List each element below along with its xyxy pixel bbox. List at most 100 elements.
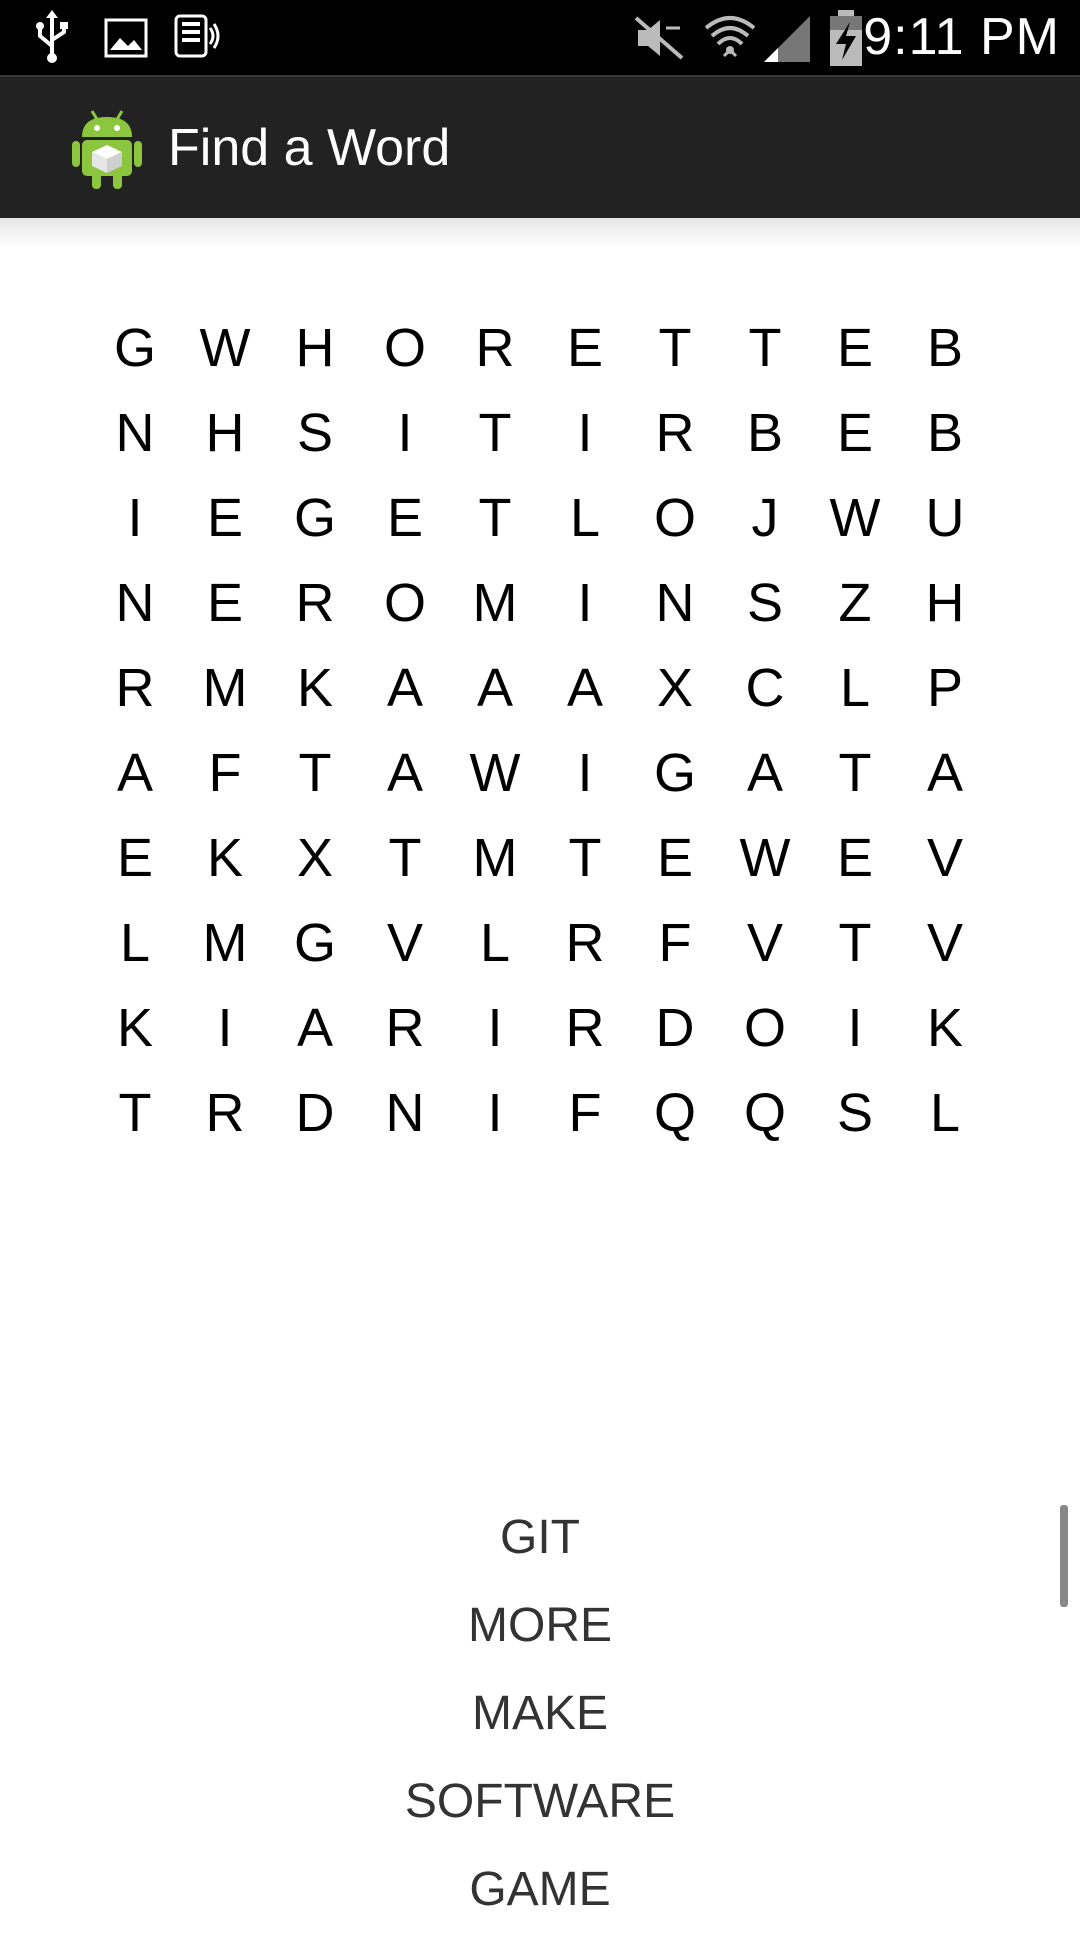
grid-cell[interactable]: N	[360, 1070, 450, 1155]
grid-cell[interactable]: T	[540, 815, 630, 900]
grid-cell[interactable]: K	[900, 985, 990, 1070]
grid-cell[interactable]: L	[90, 900, 180, 985]
grid-cell[interactable]: I	[450, 1070, 540, 1155]
grid-cell[interactable]: N	[90, 560, 180, 645]
grid-cell[interactable]: Z	[810, 560, 900, 645]
grid-cell[interactable]: O	[360, 305, 450, 390]
grid-cell[interactable]: T	[630, 305, 720, 390]
grid-cell[interactable]: S	[720, 560, 810, 645]
grid-cell[interactable]: W	[810, 475, 900, 560]
grid-cell[interactable]: E	[180, 475, 270, 560]
grid-cell[interactable]: T	[810, 730, 900, 815]
grid-cell[interactable]: S	[810, 1070, 900, 1155]
grid-cell[interactable]: V	[360, 900, 450, 985]
grid-cell[interactable]: I	[540, 390, 630, 475]
grid-cell[interactable]: I	[810, 985, 900, 1070]
grid-cell[interactable]: P	[900, 645, 990, 730]
grid-cell[interactable]: F	[180, 730, 270, 815]
grid-cell[interactable]: E	[810, 815, 900, 900]
grid-cell[interactable]: G	[630, 730, 720, 815]
grid-cell[interactable]: K	[180, 815, 270, 900]
grid-cell[interactable]: A	[360, 730, 450, 815]
grid-cell[interactable]: R	[630, 390, 720, 475]
grid-cell[interactable]: I	[180, 985, 270, 1070]
grid-cell[interactable]: G	[270, 475, 360, 560]
grid-cell[interactable]: M	[180, 645, 270, 730]
grid-cell[interactable]: L	[810, 645, 900, 730]
grid-cell[interactable]: W	[180, 305, 270, 390]
grid-cell[interactable]: E	[630, 815, 720, 900]
grid-cell[interactable]: F	[630, 900, 720, 985]
grid-cell[interactable]: O	[630, 475, 720, 560]
grid-cell[interactable]: G	[90, 305, 180, 390]
grid-cell[interactable]: L	[450, 900, 540, 985]
scrollbar[interactable]	[1060, 1505, 1068, 1607]
grid-cell[interactable]: O	[360, 560, 450, 645]
grid-cell[interactable]: A	[360, 645, 450, 730]
grid-cell[interactable]: E	[90, 815, 180, 900]
grid-cell[interactable]: D	[630, 985, 720, 1070]
grid-cell[interactable]: S	[270, 390, 360, 475]
grid-cell[interactable]: R	[360, 985, 450, 1070]
grid-cell[interactable]: T	[450, 475, 540, 560]
grid-cell[interactable]: T	[360, 815, 450, 900]
grid-cell[interactable]: V	[900, 900, 990, 985]
grid-cell[interactable]: A	[540, 645, 630, 730]
grid-cell[interactable]: A	[450, 645, 540, 730]
grid-cell[interactable]: N	[90, 390, 180, 475]
grid-cell[interactable]: B	[720, 390, 810, 475]
grid-cell[interactable]: I	[360, 390, 450, 475]
grid-cell[interactable]: A	[270, 985, 360, 1070]
grid-cell[interactable]: I	[90, 475, 180, 560]
grid-cell[interactable]: N	[630, 560, 720, 645]
grid-cell[interactable]: R	[90, 645, 180, 730]
grid-cell[interactable]: K	[270, 645, 360, 730]
grid-cell[interactable]: E	[360, 475, 450, 560]
grid-cell[interactable]: M	[450, 815, 540, 900]
grid-cell[interactable]: C	[720, 645, 810, 730]
grid-cell[interactable]: L	[540, 475, 630, 560]
grid-cell[interactable]: W	[450, 730, 540, 815]
grid-cell[interactable]: X	[630, 645, 720, 730]
grid-cell[interactable]: T	[810, 900, 900, 985]
grid-cell[interactable]: L	[900, 1070, 990, 1155]
grid-cell[interactable]: R	[180, 1070, 270, 1155]
grid-cell[interactable]: T	[270, 730, 360, 815]
grid-cell[interactable]: M	[450, 560, 540, 645]
grid-cell[interactable]: B	[900, 390, 990, 475]
grid-cell[interactable]: R	[540, 985, 630, 1070]
grid-cell[interactable]: F	[540, 1070, 630, 1155]
grid-cell[interactable]: U	[900, 475, 990, 560]
grid-cell[interactable]: D	[270, 1070, 360, 1155]
grid-cell[interactable]: R	[270, 560, 360, 645]
grid-cell[interactable]: Q	[630, 1070, 720, 1155]
grid-cell[interactable]: I	[540, 730, 630, 815]
grid-cell[interactable]: I	[540, 560, 630, 645]
grid-cell[interactable]: T	[90, 1070, 180, 1155]
grid-cell[interactable]: E	[180, 560, 270, 645]
grid-cell[interactable]: T	[720, 305, 810, 390]
grid-cell[interactable]: R	[540, 900, 630, 985]
grid-cell[interactable]: E	[540, 305, 630, 390]
grid-cell[interactable]: H	[180, 390, 270, 475]
grid-cell[interactable]: X	[270, 815, 360, 900]
grid-cell[interactable]: H	[270, 305, 360, 390]
grid-cell[interactable]: E	[810, 305, 900, 390]
grid-cell[interactable]: V	[900, 815, 990, 900]
grid-cell[interactable]: J	[720, 475, 810, 560]
grid-cell[interactable]: O	[720, 985, 810, 1070]
letter-grid[interactable]: GWHORETTEBNHSITIRBEBIEGETLOJWUNEROMINSZH…	[90, 305, 990, 1155]
grid-cell[interactable]: T	[450, 390, 540, 475]
grid-cell[interactable]: A	[90, 730, 180, 815]
grid-cell[interactable]: G	[270, 900, 360, 985]
grid-cell[interactable]: K	[90, 985, 180, 1070]
grid-cell[interactable]: H	[900, 560, 990, 645]
grid-cell[interactable]: R	[450, 305, 540, 390]
grid-cell[interactable]: M	[180, 900, 270, 985]
grid-cell[interactable]: A	[900, 730, 990, 815]
grid-cell[interactable]: B	[900, 305, 990, 390]
grid-cell[interactable]: V	[720, 900, 810, 985]
grid-cell[interactable]: I	[450, 985, 540, 1070]
grid-cell[interactable]: E	[810, 390, 900, 475]
grid-cell[interactable]: W	[720, 815, 810, 900]
